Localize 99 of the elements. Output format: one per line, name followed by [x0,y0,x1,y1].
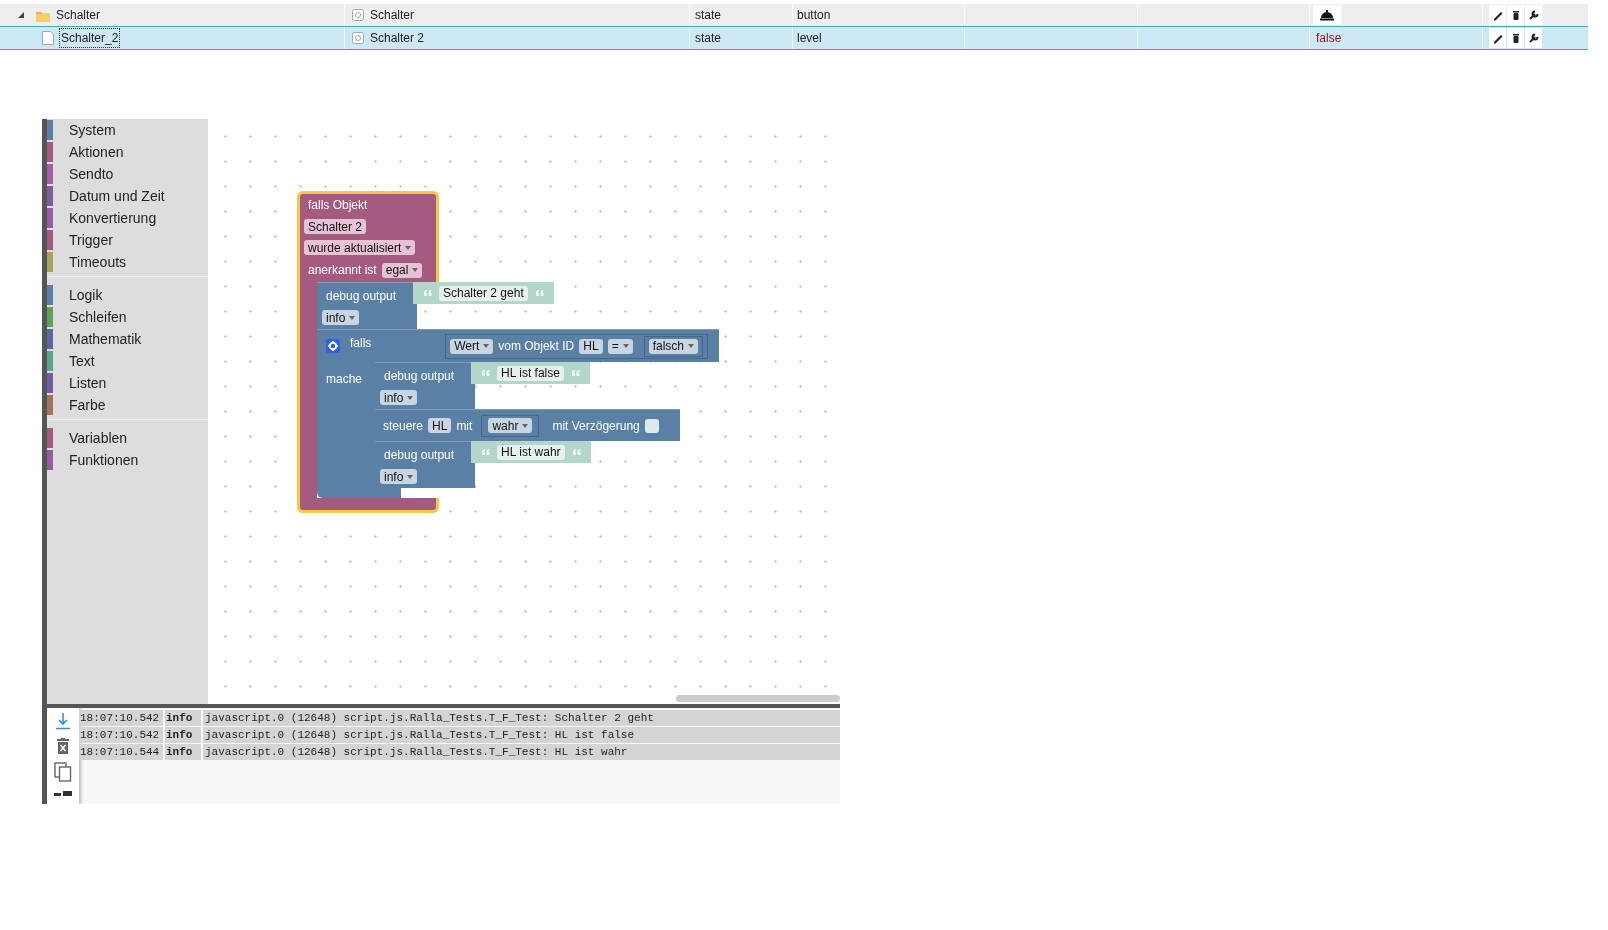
dropdown-arrow-icon [407,395,414,400]
horizontal-scrollbar[interactable] [676,695,840,702]
wrench-icon [1527,32,1540,44]
state-icon [352,32,364,44]
toolbox-category[interactable]: Timeouts [69,251,127,273]
quote-icon [481,448,490,456]
dropdown-field[interactable]: info [380,469,418,484]
object-role: level [797,30,822,47]
dropdown-field[interactable]: info [322,310,360,325]
toolbox-category[interactable]: Logik [69,284,103,306]
action-button[interactable] [1525,5,1542,25]
toolbox-category[interactable]: Aktionen [69,141,124,163]
dropdown-field[interactable]: falsch [648,338,698,354]
download-icon[interactable] [56,712,70,730]
toolbox-category[interactable]: Sendto [69,163,114,185]
object-title: Schalter [370,7,415,24]
trash-icon[interactable] [57,738,69,754]
action-button[interactable] [1507,28,1524,48]
state-icon [352,9,364,21]
object-type: state [695,30,721,47]
copy-icon[interactable] [54,762,72,782]
block-label: mit [456,417,473,435]
toolbox-category[interactable]: Listen [69,372,107,394]
dropdown-field[interactable]: = [607,338,633,354]
object-name[interactable]: Schalter_2 [59,28,121,48]
gear-icon[interactable] [326,339,340,353]
log-severity: info [165,744,201,760]
bars-icon[interactable] [54,790,72,796]
block-label: debug output [384,368,455,385]
dropdown-arrow-icon [412,268,419,272]
object-type: state [695,7,721,24]
object-role: button [797,7,831,24]
dropdown-field[interactable]: egal [381,262,423,278]
wrench-icon [1527,9,1540,21]
log-time: 18:07:10.544 [79,744,163,760]
log-message: javascript.0 (12648) script.js.Ralla_Tests.T_F_Test: HL ist wahr [203,744,840,760]
bell-button[interactable] [1313,5,1341,25]
quote-icon [571,448,581,456]
object-name[interactable]: Schalter [56,6,101,24]
dropdown-field[interactable]: Wert [450,338,494,354]
block-label: debug output [384,447,455,464]
action-button[interactable] [1489,28,1506,48]
table-row[interactable]: Schalter Schalter state button [0,4,1588,26]
dropdown-arrow-icon [688,344,694,348]
file-icon [42,31,54,45]
object-value: false [1316,30,1342,47]
bell-icon [1320,9,1334,21]
text-field[interactable]: HL ist false [497,365,564,381]
text-field[interactable]: Schalter 2 [304,219,367,234]
toolbox-category[interactable]: Farbe [69,394,106,416]
text-field[interactable]: HL [579,338,603,354]
expand-toggle-icon[interactable] [17,11,25,19]
dropdown-arrow-icon [622,344,629,348]
toolbox-category[interactable]: System [69,119,116,141]
toolbox-category[interactable]: Mathematik [69,328,142,350]
pencil-icon [1491,9,1504,21]
pencil-icon [1491,32,1504,44]
text-field[interactable]: HL ist wahr [497,444,565,460]
block-label: anerkannt ist [308,262,377,279]
log-severity: info [165,710,201,726]
toolbox-category[interactable]: Datum und Zeit [69,185,165,207]
dropdown-field[interactable]: wahr [488,418,533,433]
log-time: 18:07:10.542 [79,727,163,743]
dropdown-arrow-icon [407,474,414,479]
dropdown-arrow-icon [522,423,529,428]
block-label: vom Objekt ID [498,338,575,355]
action-button[interactable] [1489,5,1506,25]
dropdown-arrow-icon [349,315,356,320]
log-severity: info [165,727,201,743]
quote-icon [534,289,544,297]
action-button[interactable] [1525,28,1542,48]
dropdown-field[interactable]: info [380,390,418,405]
quote-icon [481,369,490,377]
quote-icon [570,369,580,377]
dropdown-arrow-icon [483,344,490,348]
log-message: javascript.0 (12648) script.js.Ralla_Tests.T_F_Test: Schalter 2 geht [203,710,840,726]
toolbox-category[interactable]: Schleifen [69,306,127,328]
checkbox[interactable] [644,418,659,433]
block-label: mache [326,372,363,386]
text-field[interactable]: Schalter 2 geht [439,285,528,301]
log-time: 18:07:10.542 [79,710,163,726]
object-title: Schalter 2 [370,30,425,47]
action-button[interactable] [1507,5,1524,25]
toolbox-category[interactable]: Funktionen [69,449,139,471]
toolbox-category[interactable]: Konvertierung [69,207,157,229]
toolbox-category[interactable]: Variablen [69,427,128,449]
log-message: javascript.0 (12648) script.js.Ralla_Tests.T_F_Test: HL ist false [203,727,840,743]
block-label: falls Objekt [308,197,368,213]
block-label: steuere [383,417,424,435]
block-label: falls [350,335,372,352]
block-label: mit Verzögerung [552,417,640,435]
dropdown-field[interactable]: wurde aktualisiert [304,240,416,255]
text-field[interactable]: HL [428,418,452,433]
quote-icon [423,289,432,297]
table-row[interactable]: Schalter_2 Schalter 2 state level false [0,26,1588,50]
dropdown-arrow-icon [405,245,412,250]
toolbox-category[interactable]: Trigger [69,229,113,251]
block-label: debug output [326,288,397,305]
toolbox-category[interactable]: Text [69,350,95,372]
